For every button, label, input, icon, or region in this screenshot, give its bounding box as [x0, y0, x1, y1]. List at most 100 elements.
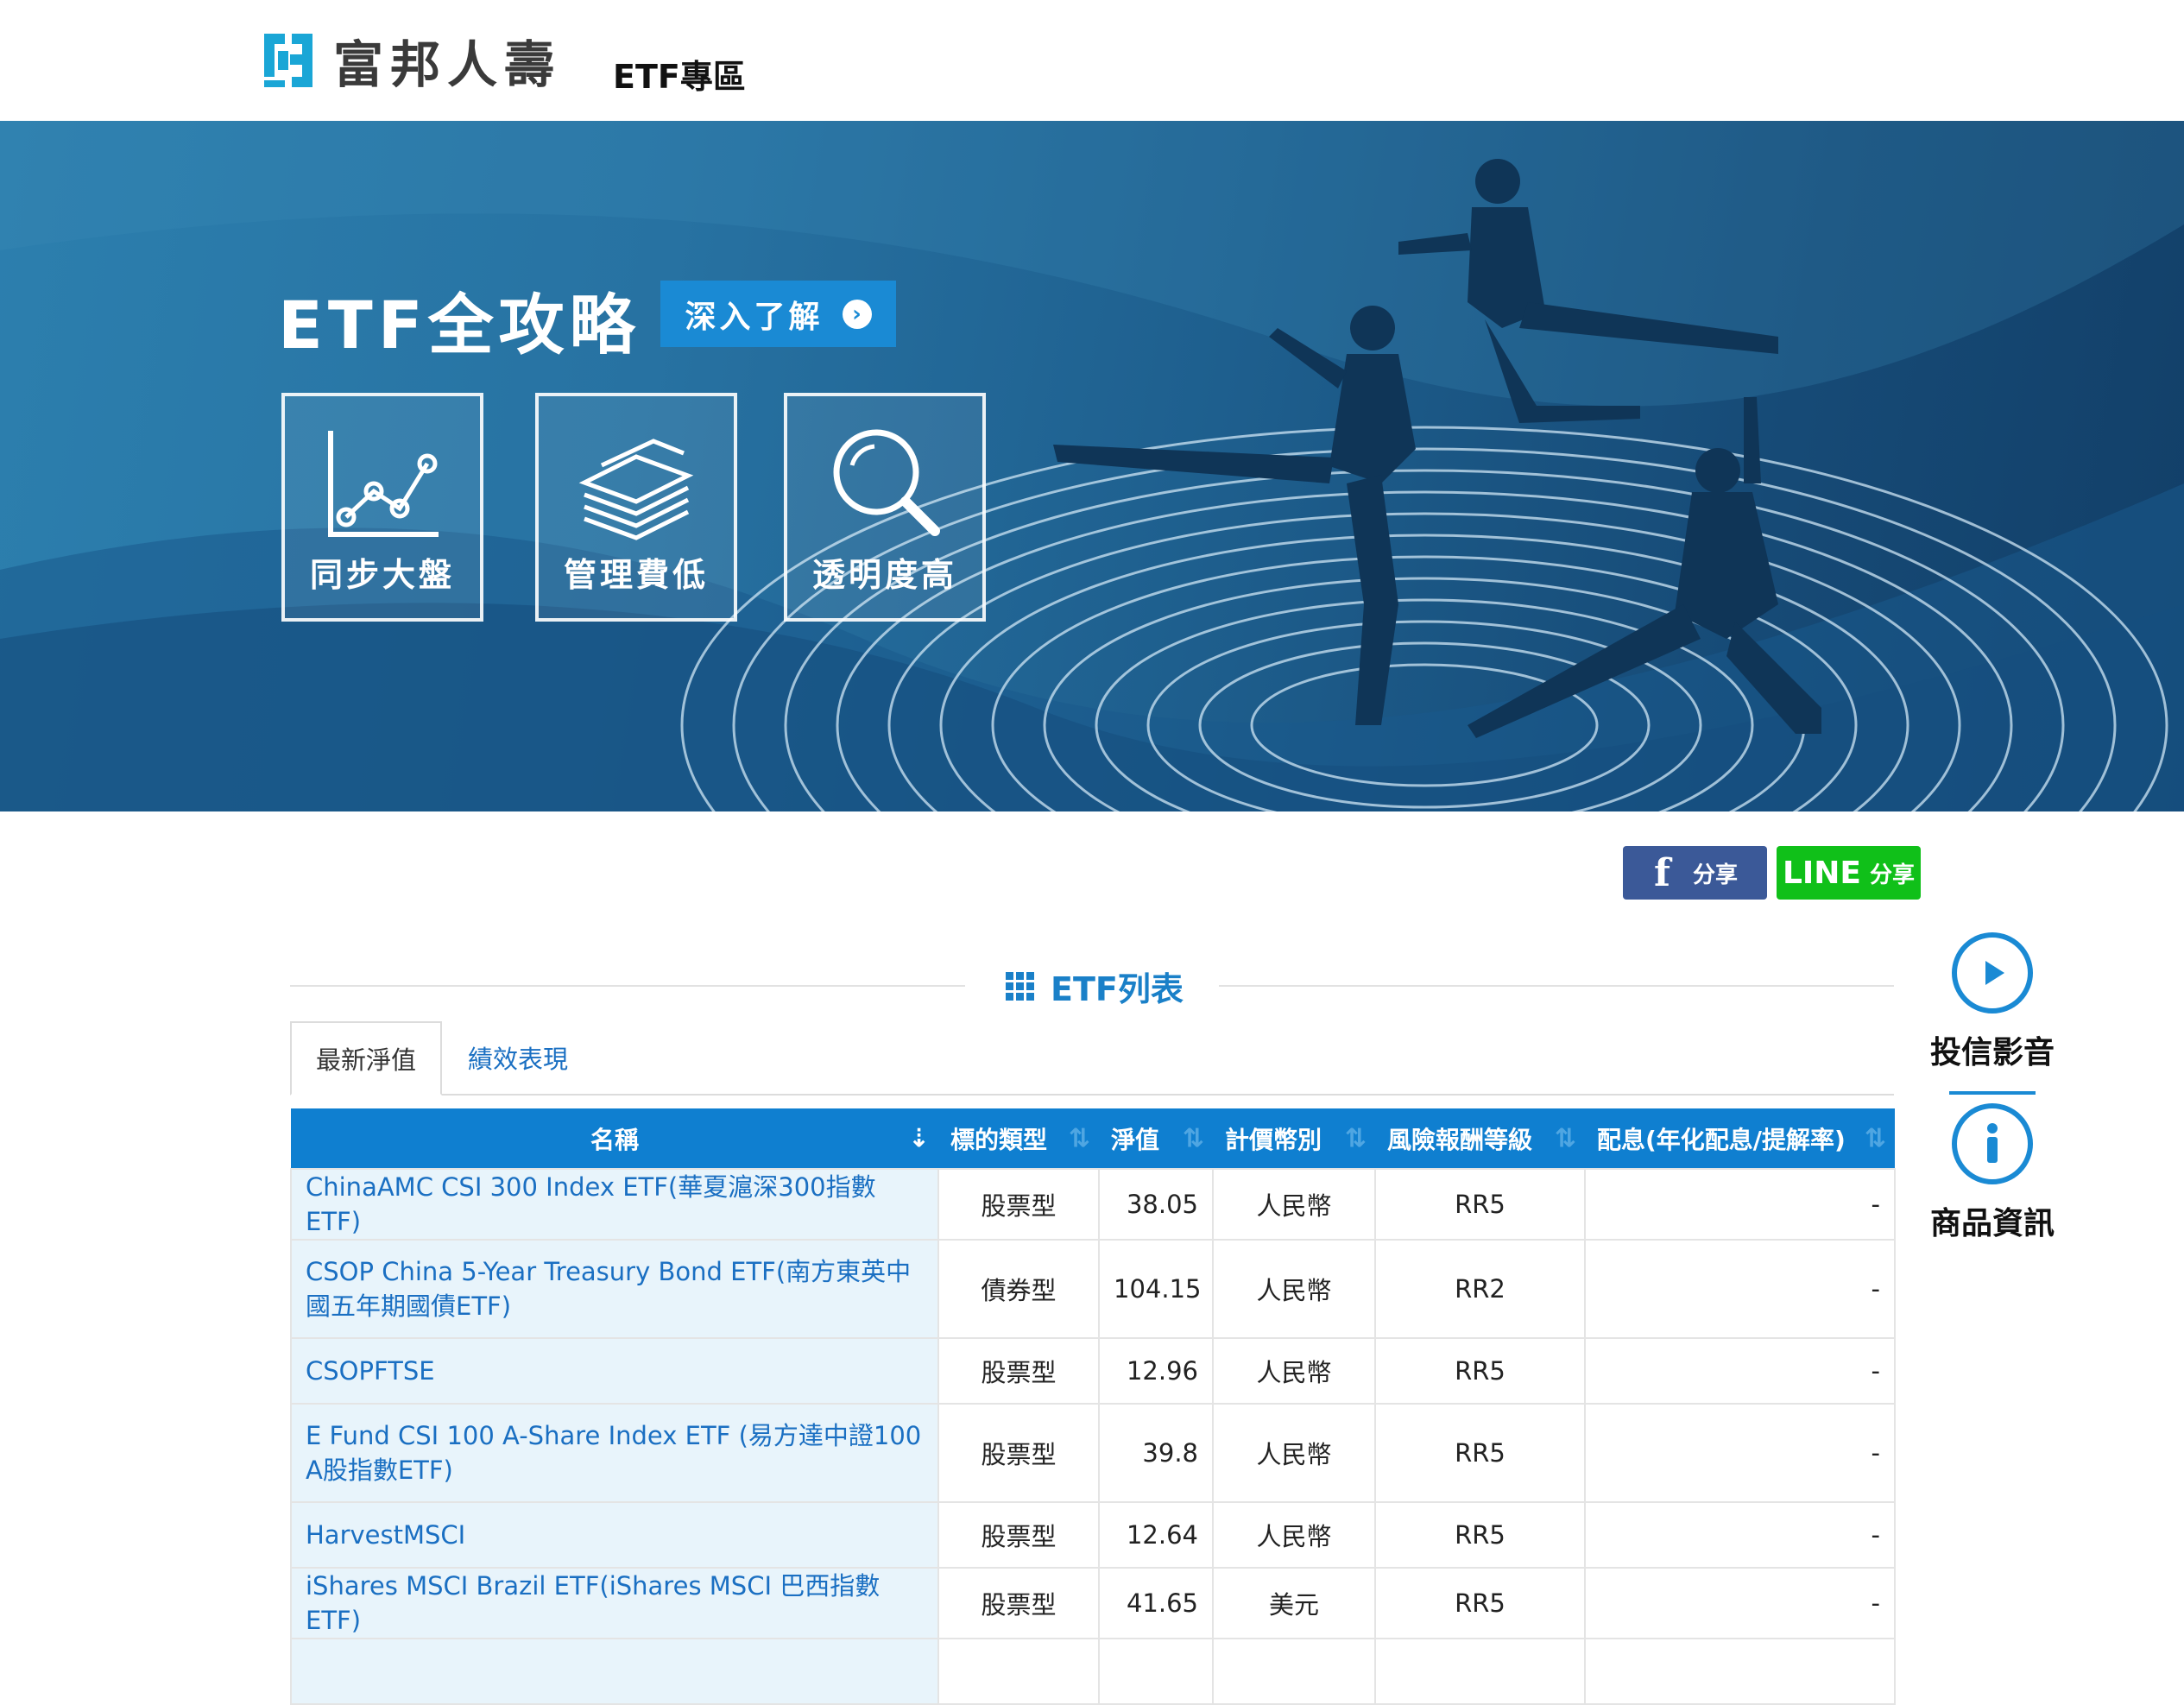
- cell-currency: 美元: [1212, 1567, 1376, 1639]
- divider: [1949, 1091, 2036, 1095]
- etf-name-link[interactable]: HarvestMSCI: [290, 1501, 939, 1569]
- line-share-button[interactable]: LINE 分享: [1777, 846, 1921, 900]
- etf-name-link[interactable]: iShares MSCI Brazil ETF(iShares MSCI 巴西指…: [290, 1567, 939, 1639]
- feature-label: 同步大盤: [309, 556, 455, 594]
- facebook-icon: f: [1654, 850, 1670, 895]
- table-row: CSOP China 5-Year Treasury Bond ETF(南方東英…: [290, 1239, 1896, 1339]
- cell-nav: 39.8: [1098, 1403, 1214, 1503]
- feature-transparency: 透明度高: [784, 393, 986, 622]
- etf-name-link[interactable]: [290, 1638, 939, 1705]
- cell-dividend: -: [1584, 1239, 1896, 1339]
- sort-icon[interactable]: ⇅: [1183, 1123, 1204, 1153]
- cell-currency: 人民幣: [1212, 1168, 1376, 1241]
- column-header-currency[interactable]: 計價幣別 ⇅: [1213, 1108, 1375, 1169]
- table-row: ChinaAMC CSI 300 Index ETF(華夏滬深300指數 ETF…: [290, 1168, 1896, 1241]
- feature-label: 透明度高: [811, 556, 957, 594]
- cell-type: 股票型: [937, 1337, 1100, 1405]
- sort-icon[interactable]: ⇅: [1069, 1123, 1090, 1153]
- promo-banner: ETF全攻略 深入了解 › 同步大盤 管理費低 透明度高: [0, 121, 2184, 811]
- table-row: E Fund CSI 100 A-Share Index ETF (易方達中證1…: [290, 1403, 1896, 1503]
- line-share-label: 分享: [1870, 862, 1916, 888]
- side-video-widget[interactable]: 投信影音: [1923, 932, 2061, 1095]
- line-chart-icon: [328, 431, 439, 537]
- feature-low-fee: 管理費低: [535, 393, 737, 622]
- cell-type: [937, 1638, 1100, 1705]
- cell-risk: RR5: [1374, 1403, 1586, 1503]
- line-icon: LINE: [1782, 855, 1862, 891]
- cell-risk: RR5: [1374, 1501, 1586, 1569]
- learn-more-label: 深入了解: [685, 299, 824, 335]
- cell-nav: 12.64: [1098, 1501, 1214, 1569]
- cell-type: 股票型: [937, 1501, 1100, 1569]
- cell-currency: 人民幣: [1212, 1403, 1376, 1503]
- cell-risk: [1374, 1638, 1586, 1705]
- facebook-share-label: 分享: [1692, 862, 1738, 888]
- column-header-name[interactable]: 名稱 ⇣: [291, 1108, 938, 1169]
- cell-nav: [1098, 1638, 1214, 1705]
- table-row: [290, 1638, 1896, 1705]
- cell-dividend: -: [1584, 1403, 1896, 1503]
- etf-name-link[interactable]: CSOPFTSE: [290, 1337, 939, 1405]
- sort-icon[interactable]: ⇅: [1555, 1123, 1576, 1153]
- sort-icon[interactable]: ⇅: [1865, 1123, 1886, 1153]
- cell-currency: [1212, 1638, 1376, 1705]
- money-stack-icon: [578, 439, 694, 540]
- column-header-risk[interactable]: 風險報酬等級 ⇅: [1375, 1108, 1585, 1169]
- tab-performance[interactable]: 績效表現: [442, 1021, 594, 1094]
- table-row: HarvestMSCI 股票型 12.64 人民幣 RR5 -: [290, 1501, 1896, 1569]
- etf-name-link[interactable]: E Fund CSI 100 A-Share Index ETF (易方達中證1…: [290, 1403, 939, 1503]
- etf-name-link[interactable]: ChinaAMC CSI 300 Index ETF(華夏滬深300指數 ETF…: [290, 1168, 939, 1241]
- cell-nav: 38.05: [1098, 1168, 1214, 1241]
- tab-latest-nav[interactable]: 最新淨值: [290, 1021, 442, 1096]
- cell-currency: 人民幣: [1212, 1239, 1376, 1339]
- sort-icon[interactable]: ⇅: [1345, 1123, 1367, 1153]
- banner-title: ETF全攻略: [278, 287, 641, 363]
- cell-risk: RR5: [1374, 1567, 1586, 1639]
- side-product-info-widget[interactable]: 商品資訊: [1923, 1103, 2061, 1243]
- section-heading: ETF列表: [1006, 963, 1184, 1010]
- brand-name: 富邦人壽: [333, 35, 562, 94]
- cell-dividend: [1584, 1638, 1896, 1705]
- etf-name-link[interactable]: CSOP China 5-Year Treasury Bond ETF(南方東英…: [290, 1239, 939, 1339]
- grid-icon: [1006, 971, 1035, 1001]
- table-row: CSOPFTSE 股票型 12.96 人民幣 RR5 -: [290, 1337, 1896, 1405]
- play-icon: [1952, 932, 2033, 1014]
- cell-type: 股票型: [937, 1403, 1100, 1503]
- column-header-dividend[interactable]: 配息(年化配息/提解率) ⇅: [1585, 1108, 1895, 1169]
- fubon-logo-icon: [264, 34, 312, 87]
- column-header-nav[interactable]: 淨值 ⇅: [1099, 1108, 1213, 1169]
- facebook-share-button[interactable]: f 分享: [1623, 846, 1767, 900]
- cell-currency: 人民幣: [1212, 1501, 1376, 1569]
- feature-label: 管理費低: [563, 556, 709, 594]
- side-product-info-label: 商品資訊: [1929, 1206, 2055, 1241]
- cell-dividend: -: [1584, 1337, 1896, 1405]
- learn-more-button[interactable]: 深入了解 ›: [660, 281, 896, 347]
- cell-type: 債券型: [937, 1239, 1100, 1339]
- cell-risk: RR2: [1374, 1239, 1586, 1339]
- tab-bar: 最新淨值 績效表現: [290, 1021, 1894, 1096]
- column-header-type[interactable]: 標的類型 ⇅: [938, 1108, 1099, 1169]
- cell-dividend: -: [1584, 1501, 1896, 1569]
- cell-nav: 41.65: [1098, 1567, 1214, 1639]
- cell-nav: 12.96: [1098, 1337, 1214, 1405]
- cell-nav: 104.15: [1098, 1239, 1214, 1339]
- cell-risk: RR5: [1374, 1168, 1586, 1241]
- section-title: ETF列表: [1051, 970, 1184, 1008]
- cell-dividend: -: [1584, 1168, 1896, 1241]
- side-video-label: 投信影音: [1929, 1035, 2055, 1070]
- cell-risk: RR5: [1374, 1337, 1586, 1405]
- table-header-row: 名稱 ⇣ 標的類型 ⇅ 淨值 ⇅ 計價幣別 ⇅ 風險報酬等級 ⇅ 配息(年化配息/提解率)…: [291, 1108, 1895, 1169]
- chevron-right-icon: ›: [842, 299, 872, 329]
- table-row: iShares MSCI Brazil ETF(iShares MSCI 巴西指…: [290, 1567, 1896, 1639]
- magnifier-icon: [833, 429, 940, 536]
- cell-dividend: -: [1584, 1567, 1896, 1639]
- brand-logo[interactable]: 富邦人壽: [259, 24, 561, 97]
- info-icon: [1952, 1103, 2033, 1184]
- site-header: 富邦人壽 ETF專區: [0, 0, 2184, 121]
- divider: [290, 985, 965, 987]
- cell-type: 股票型: [937, 1567, 1100, 1639]
- feature-track-market: 同步大盤: [281, 393, 483, 622]
- sort-desc-icon[interactable]: ⇣: [908, 1123, 930, 1153]
- nav-etf-zone[interactable]: ETF專區: [613, 50, 746, 98]
- etf-table: 名稱 ⇣ 標的類型 ⇅ 淨值 ⇅ 計價幣別 ⇅ 風險報酬等級 ⇅ 配息(年化配息/提解率)…: [290, 1108, 1896, 1705]
